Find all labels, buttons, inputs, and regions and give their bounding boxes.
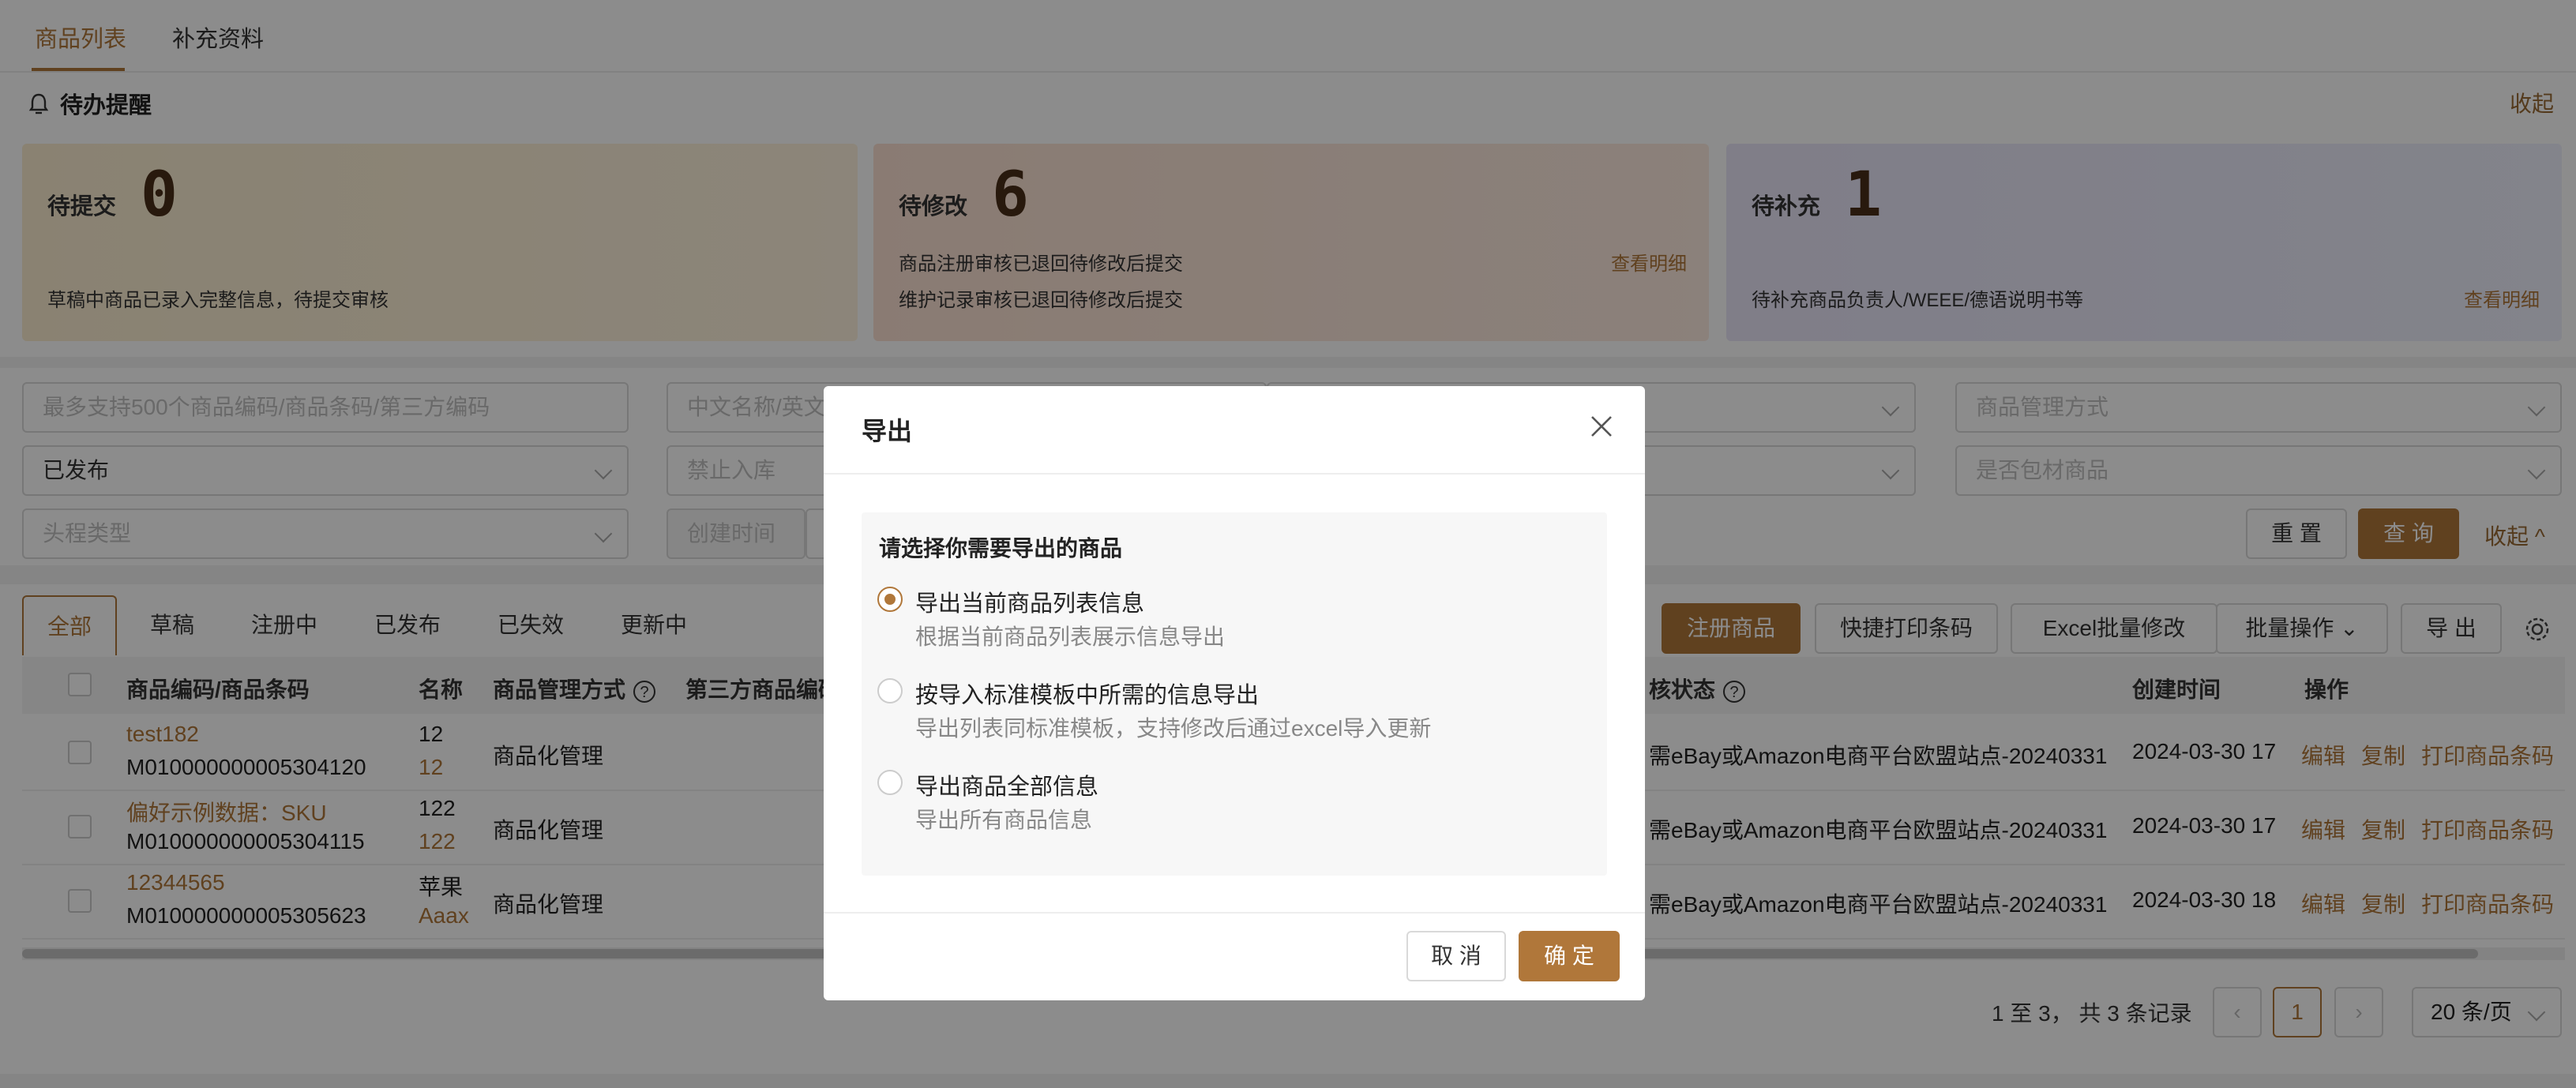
option-desc: 导出列表同标准模板，支持修改后通过excel导入更新: [915, 716, 1432, 741]
option-desc: 根据当前商品列表展示信息导出: [915, 625, 1226, 649]
option-label[interactable]: 导出商品全部信息: [915, 768, 1098, 801]
export-dialog: 导出 请选择你需要导出的商品 导出当前商品列表信息 根据当前商品列表展示信息导出…: [824, 386, 1645, 1000]
divider: [824, 912, 1645, 914]
export-options-panel: 请选择你需要导出的商品 导出当前商品列表信息 根据当前商品列表展示信息导出 按导…: [862, 512, 1607, 876]
confirm-button[interactable]: 确 定: [1519, 931, 1620, 981]
option-label[interactable]: 导出当前商品列表信息: [915, 585, 1144, 618]
option-label[interactable]: 按导入标准模板中所需的信息导出: [915, 677, 1259, 710]
option-desc: 导出所有商品信息: [915, 808, 1093, 832]
dialog-title: 导出: [862, 417, 913, 445]
close-icon[interactable]: [1588, 413, 1615, 440]
radio-export-template[interactable]: [877, 678, 903, 703]
options-prompt: 请选择你需要导出的商品: [879, 536, 1123, 561]
divider: [824, 473, 1645, 475]
radio-export-all[interactable]: [877, 770, 903, 795]
cancel-button[interactable]: 取 消: [1406, 931, 1506, 981]
radio-export-current-list[interactable]: [877, 587, 903, 612]
